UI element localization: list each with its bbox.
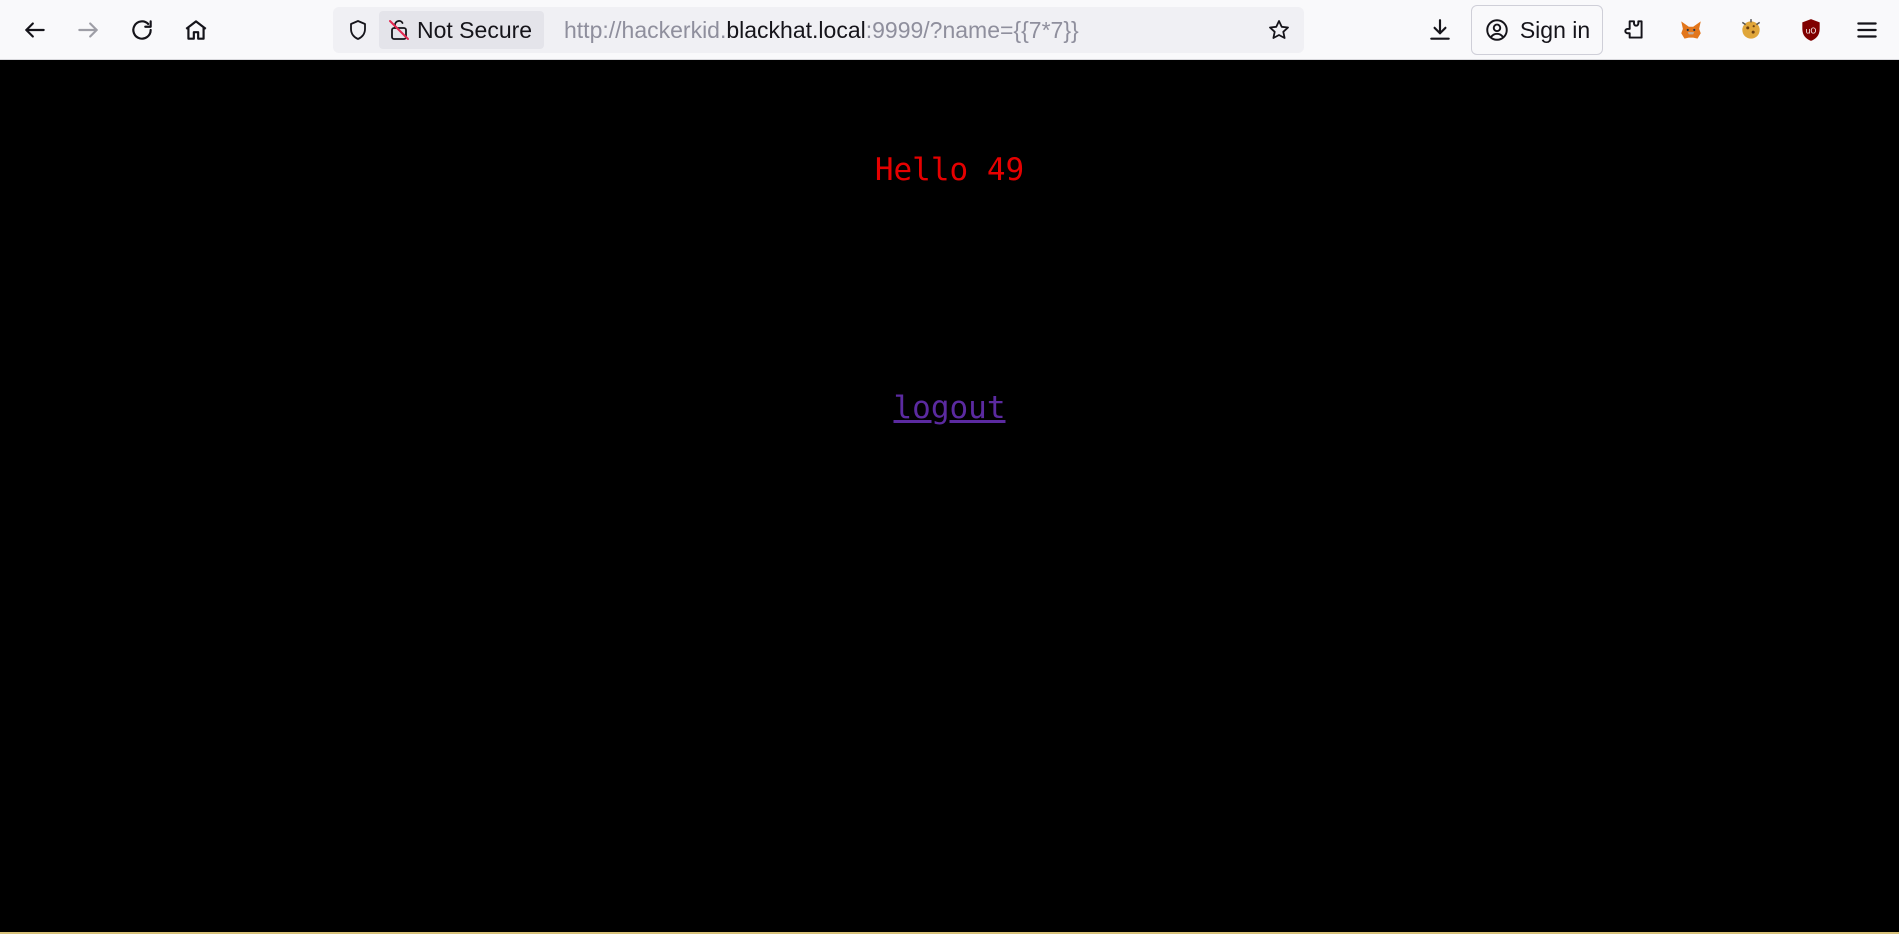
app-menu-button[interactable] — [1845, 8, 1889, 52]
sign-in-button[interactable]: Sign in — [1471, 5, 1603, 55]
cookie-extension-button[interactable] — [1729, 8, 1773, 52]
url-field[interactable]: http://hackerkid.blackhat.local:9999/?na… — [564, 7, 1079, 53]
puzzle-icon — [1624, 20, 1643, 39]
insecure-lock-icon — [389, 20, 409, 40]
cookie-extension-icon — [1741, 19, 1761, 39]
metamask-extension-button[interactable] — [1669, 8, 1713, 52]
sign-in-label: Sign in — [1519, 16, 1591, 43]
url-prefix: http://hackerkid. — [564, 17, 727, 43]
back-arrow-icon — [25, 22, 45, 38]
fox-extension-icon — [1681, 21, 1701, 39]
ublock-extension-button[interactable]: uO — [1789, 8, 1833, 52]
url-host: blackhat.local — [726, 17, 866, 43]
extensions-button[interactable] — [1612, 8, 1656, 52]
greeting-text: Hello 49 — [874, 152, 1025, 188]
site-security-button[interactable]: Not Secure — [379, 11, 545, 49]
logout-container: logout — [0, 390, 1899, 426]
account-icon — [1486, 19, 1508, 41]
forward-button[interactable] — [66, 8, 110, 52]
url-suffix: :9999/?name={{7*7}} — [865, 17, 1079, 43]
bookmark-button[interactable] — [1264, 15, 1294, 45]
svg-text:uO: uO — [1806, 26, 1817, 35]
logout-link[interactable]: logout — [894, 390, 1006, 426]
not-secure-label: Not Secure — [417, 16, 533, 43]
home-button[interactable] — [174, 8, 218, 52]
page-content: Hello 49 logout — [0, 60, 1899, 934]
tracking-protection-button[interactable] — [343, 15, 373, 45]
reload-button[interactable] — [120, 8, 164, 52]
reload-icon — [132, 20, 152, 40]
ublock-origin-icon: uO — [1802, 19, 1820, 41]
star-icon — [1269, 20, 1289, 39]
url-bar[interactable]: Not Secure http://hackerkid.blackhat.loc… — [333, 7, 1304, 53]
download-icon — [1430, 19, 1450, 40]
back-button[interactable] — [13, 8, 57, 52]
shield-icon — [350, 20, 366, 40]
hamburger-menu-icon — [1857, 22, 1877, 38]
downloads-button[interactable] — [1418, 8, 1462, 52]
home-icon — [185, 20, 207, 40]
forward-arrow-icon — [78, 22, 98, 38]
browser-toolbar: Not Secure http://hackerkid.blackhat.loc… — [0, 0, 1899, 60]
